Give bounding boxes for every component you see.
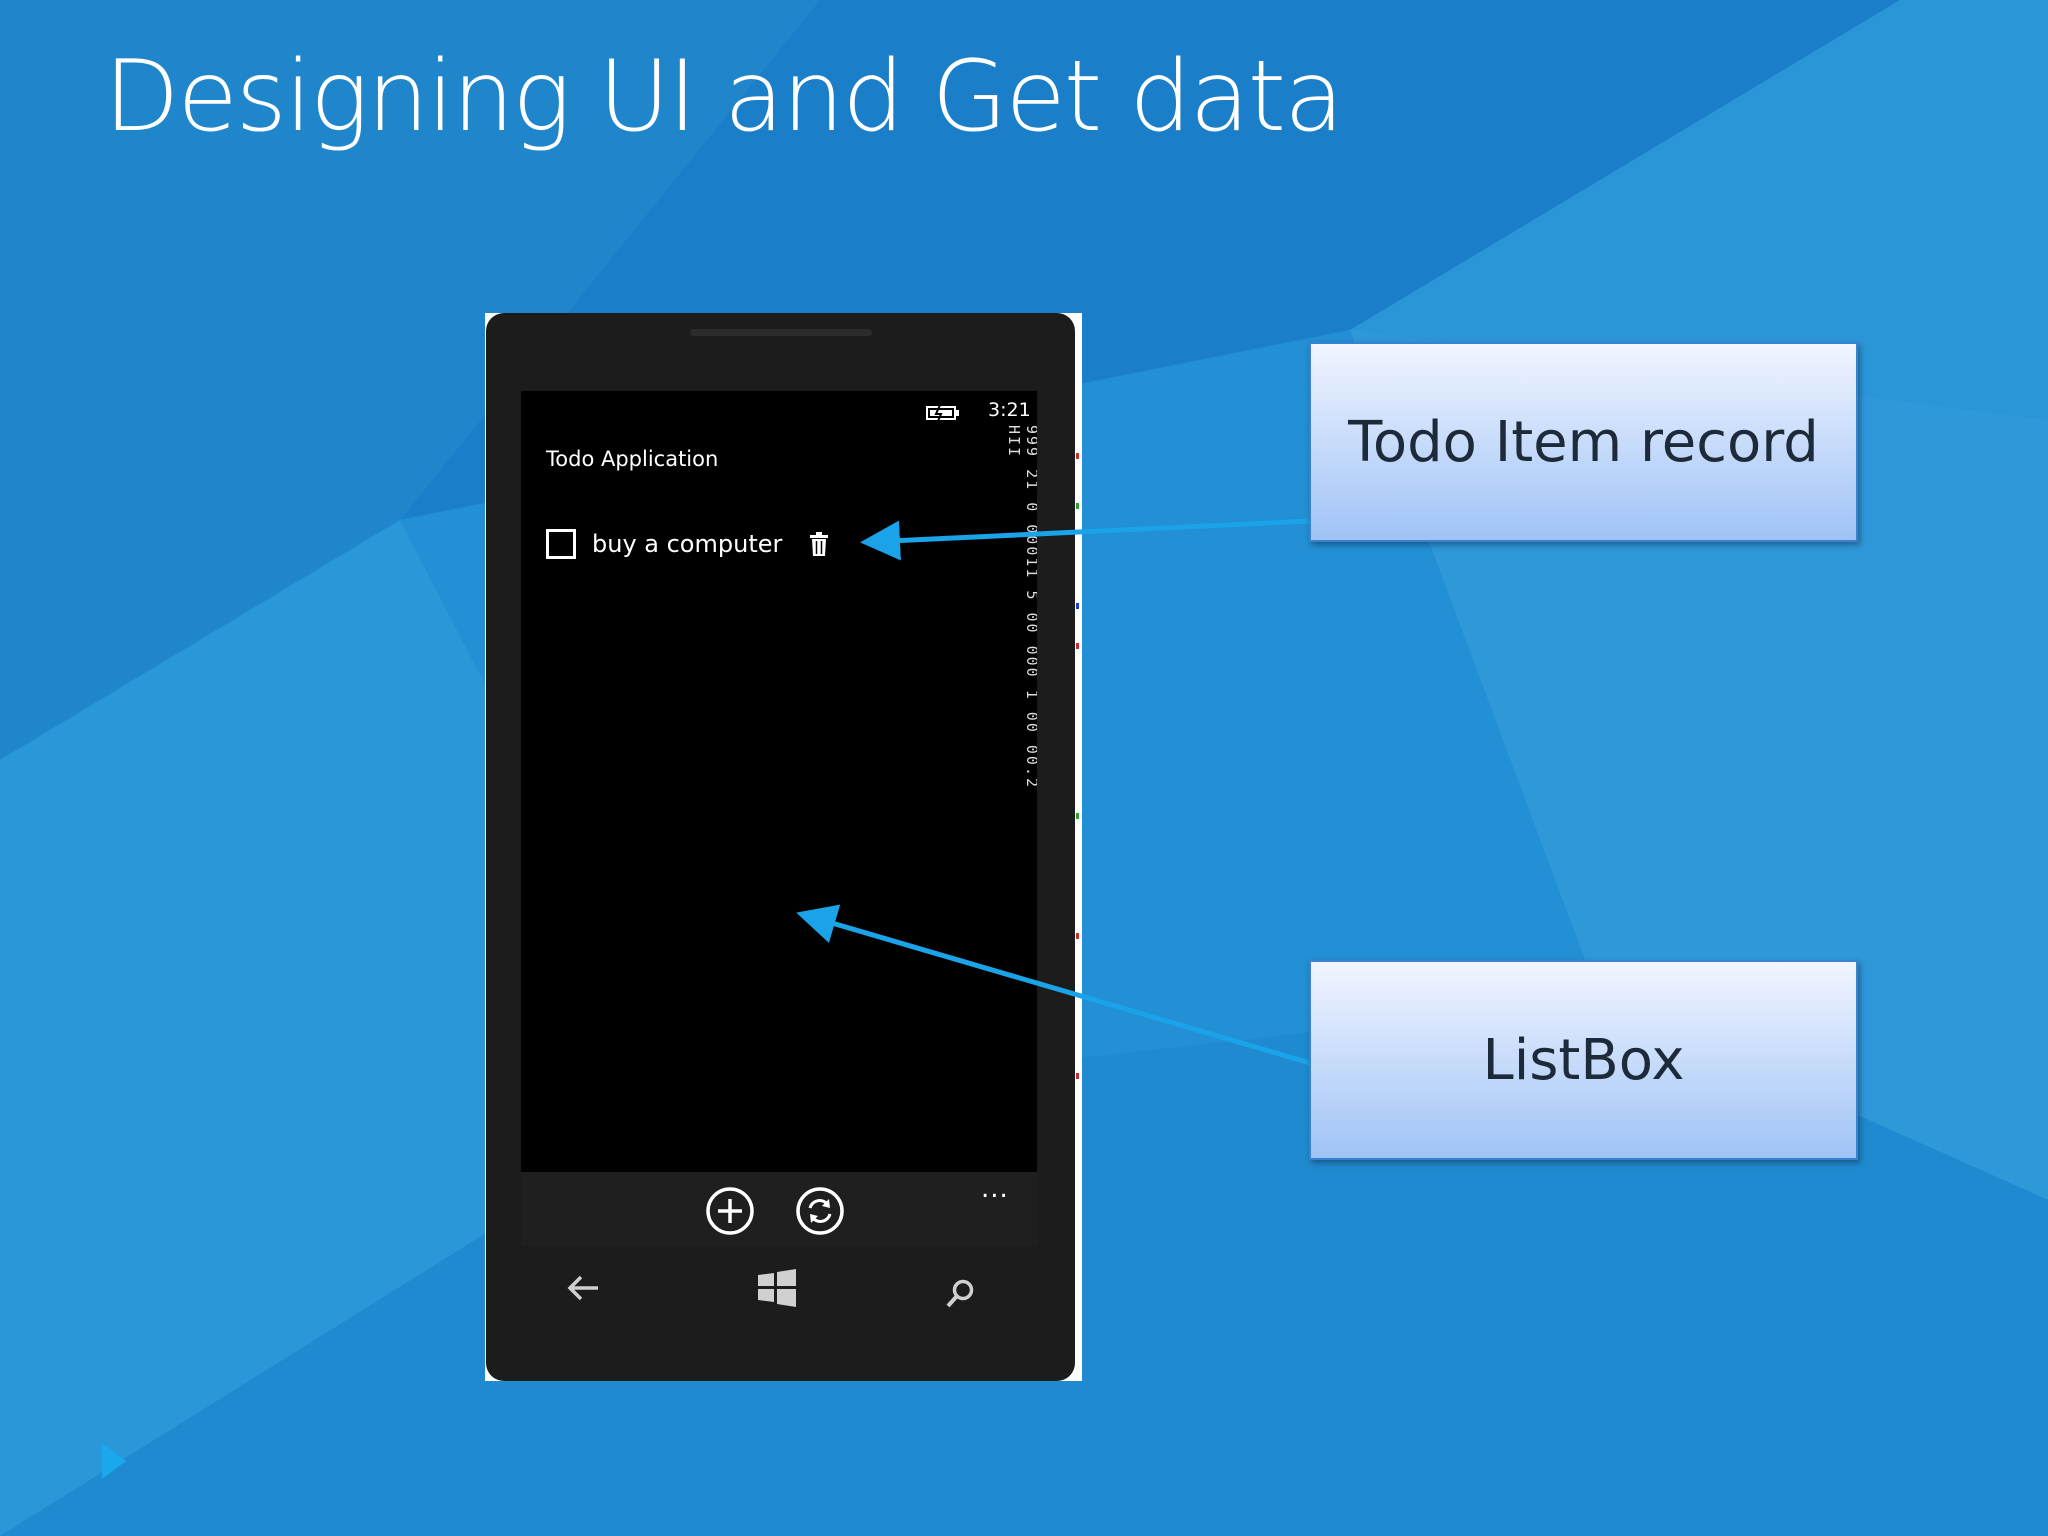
callout-arrows — [796, 518, 1311, 1066]
todo-item-arrow — [860, 518, 1311, 561]
callout-listbox: ListBox — [1309, 960, 1858, 1160]
listbox-arrow — [796, 904, 1311, 1066]
callout-todo-item-record: Todo Item record — [1309, 342, 1858, 542]
play-triangle-icon — [102, 1443, 126, 1479]
